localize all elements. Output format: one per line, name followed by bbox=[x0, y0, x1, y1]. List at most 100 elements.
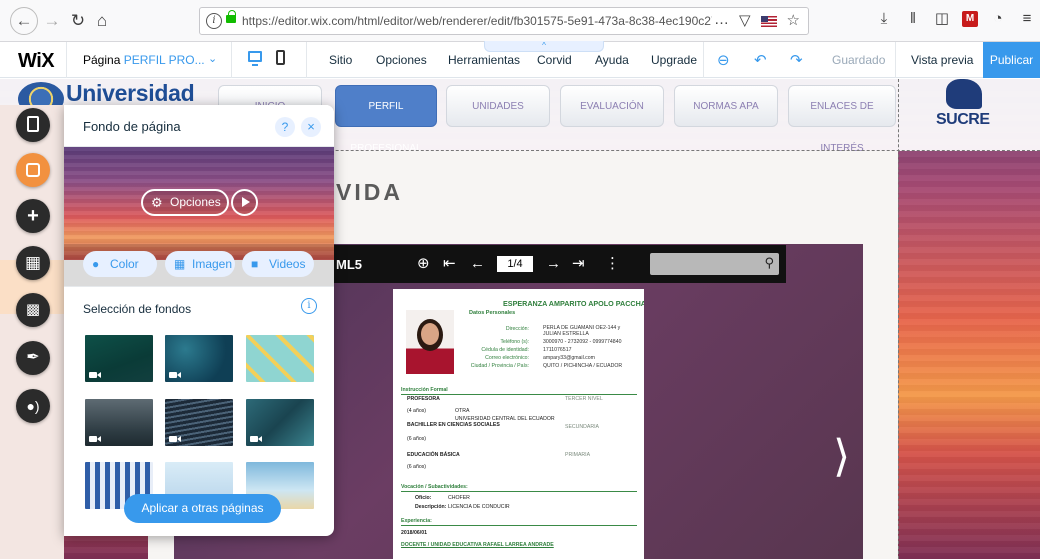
page-selector[interactable]: Página PERFIL PRO... bbox=[83, 53, 205, 67]
cv-degree: BACHILLER EN CIENCIAS SOCIALES bbox=[407, 422, 500, 428]
bookmark-star-icon[interactable]: ☆ bbox=[787, 11, 800, 29]
section-title[interactable]: VIDA bbox=[336, 179, 403, 206]
chat-button[interactable]: ●) bbox=[16, 389, 50, 423]
page-number-field[interactable]: 1/4 bbox=[497, 256, 533, 272]
extension-badge-icon[interactable]: ◔ bbox=[989, 9, 1007, 29]
blog-button[interactable]: ✒ bbox=[16, 341, 50, 375]
site-nav-normas-apa[interactable]: NORMAS APA bbox=[674, 85, 778, 127]
wix-logo[interactable]: WiX bbox=[18, 50, 55, 73]
cv-duration: (6 años) bbox=[407, 464, 427, 470]
cv-rule bbox=[401, 491, 637, 492]
options-label: Opciones bbox=[170, 195, 221, 209]
cv-vocation-section: Vocación / Subactividades: bbox=[401, 484, 468, 490]
more-options-icon[interactable]: ⋮ bbox=[605, 255, 620, 273]
play-button[interactable] bbox=[231, 189, 258, 216]
add-apps-button[interactable]: ▦ bbox=[16, 246, 50, 280]
apply-to-other-pages-button[interactable]: Aplicar a otras páginas bbox=[124, 494, 281, 523]
page-name: PERFIL PRO... bbox=[123, 53, 205, 67]
site-nav-unidades[interactable]: UNIDADES bbox=[446, 85, 550, 127]
redo-icon[interactable]: ↷ bbox=[790, 51, 803, 69]
preview-button[interactable]: Vista previa bbox=[911, 53, 973, 67]
url-text[interactable]: https://editor.wix.com/html/editor/web/r… bbox=[242, 14, 712, 28]
cv-oficio-value: CHOFER bbox=[448, 495, 470, 501]
videos-label: Videos bbox=[269, 257, 306, 271]
background-thumbnail[interactable] bbox=[85, 335, 153, 382]
library-icon[interactable]: ‖ bbox=[904, 9, 922, 29]
menu-icon[interactable]: ≡ bbox=[1018, 9, 1036, 29]
menus-pages-button[interactable] bbox=[16, 108, 50, 142]
cv-level: SECUNDARIA bbox=[565, 424, 600, 430]
background-thumbnail[interactable] bbox=[246, 335, 314, 382]
background-thumbnail[interactable] bbox=[246, 399, 314, 446]
cv-field-label: Ciudad / Provincia / País: bbox=[470, 363, 529, 369]
color-button[interactable]: ● Color bbox=[83, 251, 157, 277]
chat-bubble-icon: ●) bbox=[26, 398, 40, 414]
left-toolbar: + ▦ ▩ ✒ ●) bbox=[0, 105, 64, 559]
image-button[interactable]: ▦ Imagen bbox=[165, 251, 235, 277]
search-icon: ⚲ bbox=[764, 255, 774, 270]
undo-icon[interactable]: ↶ bbox=[754, 51, 767, 69]
menu-upgrade[interactable]: Upgrade bbox=[651, 53, 697, 67]
forward-arrow-icon[interactable]: → bbox=[40, 9, 64, 33]
previous-page-icon[interactable]: ← bbox=[470, 255, 485, 273]
info-icon[interactable]: i bbox=[301, 298, 317, 314]
pen-nib-icon: ✒ bbox=[26, 349, 40, 366]
options-button[interactable]: ⚙ Opciones bbox=[141, 189, 229, 216]
media-button[interactable]: ▩ bbox=[16, 293, 50, 327]
publish-button[interactable]: Publicar bbox=[983, 42, 1040, 78]
extension-icon[interactable]: M bbox=[962, 11, 978, 27]
menu-sitio[interactable]: Sitio bbox=[329, 53, 352, 67]
home-icon[interactable]: ⌂ bbox=[90, 9, 114, 33]
background-selection-title: Selección de fondos bbox=[83, 302, 192, 316]
background-button[interactable] bbox=[16, 153, 50, 187]
reload-icon[interactable]: ↻ bbox=[66, 9, 90, 33]
download-icon[interactable]: ⤓ bbox=[875, 9, 893, 29]
sidebar-icon[interactable]: ◫ bbox=[933, 9, 951, 29]
collapse-topbar-tab[interactable]: ^ bbox=[484, 41, 604, 52]
menu-corvid[interactable]: Corvid bbox=[537, 53, 572, 67]
cv-field-value: QUITO / PICHINCHA / ECUADOR bbox=[543, 363, 623, 369]
divider bbox=[895, 42, 896, 78]
cv-photo bbox=[406, 310, 454, 374]
flipbook-search-input[interactable]: ⚲ bbox=[650, 253, 779, 275]
first-page-icon[interactable]: ⇤ bbox=[443, 255, 456, 273]
panel-title: Fondo de página bbox=[83, 119, 181, 134]
cv-field-label: Dirección: bbox=[505, 326, 529, 332]
background-thumbnail[interactable] bbox=[165, 335, 233, 382]
panel-header[interactable]: Fondo de página ? × bbox=[64, 105, 334, 147]
site-nav-enlaces[interactable]: ENLACES DE INTERÉS bbox=[788, 85, 896, 154]
address-bar[interactable]: i https://editor.wix.com/html/editor/web… bbox=[199, 7, 809, 35]
site-info-icon[interactable]: i bbox=[206, 13, 222, 29]
add-button[interactable]: + bbox=[16, 199, 50, 233]
cv-degree: EDUCACIÓN BÁSICA bbox=[407, 452, 460, 458]
next-page-arrow-icon[interactable]: ⟩ bbox=[833, 431, 850, 482]
next-page-icon[interactable]: → bbox=[546, 255, 561, 273]
back-arrow-icon[interactable]: ← bbox=[10, 7, 38, 35]
mobile-view-icon[interactable] bbox=[276, 50, 285, 65]
close-button[interactable]: × bbox=[301, 117, 321, 137]
desktop-view-icon[interactable] bbox=[248, 51, 262, 66]
menu-opciones[interactable]: Opciones bbox=[376, 53, 427, 67]
divider bbox=[231, 42, 232, 78]
flag-icon[interactable] bbox=[760, 16, 777, 27]
help-button[interactable]: ? bbox=[275, 117, 295, 137]
background-thumbnail[interactable] bbox=[165, 399, 233, 446]
sucre-head-icon bbox=[946, 79, 982, 109]
last-page-icon[interactable]: ⇥ bbox=[572, 255, 585, 273]
video-badge-icon bbox=[169, 372, 181, 378]
page-background-panel: Fondo de página ? × ⚙ Opciones ● Color ▦… bbox=[64, 105, 334, 536]
menu-herramientas[interactable]: Herramientas bbox=[448, 53, 520, 67]
videos-button[interactable]: ■ Videos bbox=[242, 251, 314, 277]
cv-duration: (6 años) bbox=[407, 436, 427, 442]
site-nav-evaluacion[interactable]: EVALUACIÓN bbox=[560, 85, 664, 127]
site-nav-perfil-profesional[interactable]: PERFIL PROFESIONAL bbox=[335, 85, 437, 154]
cv-oficio-label: Oficio: bbox=[415, 495, 432, 501]
zoom-in-icon[interactable]: ⊕ bbox=[417, 255, 430, 273]
pocket-icon[interactable]: ▽ bbox=[739, 11, 751, 29]
zoom-out-icon[interactable]: ⊖ bbox=[717, 51, 730, 69]
chevron-down-icon[interactable]: ⌄ bbox=[208, 52, 217, 65]
background-thumbnail[interactable] bbox=[85, 399, 153, 446]
menu-ayuda[interactable]: Ayuda bbox=[595, 53, 629, 67]
page-actions-icon[interactable]: … bbox=[714, 11, 729, 29]
cv-descripcion-value: LICENCIA DE CONDUCIR bbox=[448, 504, 510, 510]
